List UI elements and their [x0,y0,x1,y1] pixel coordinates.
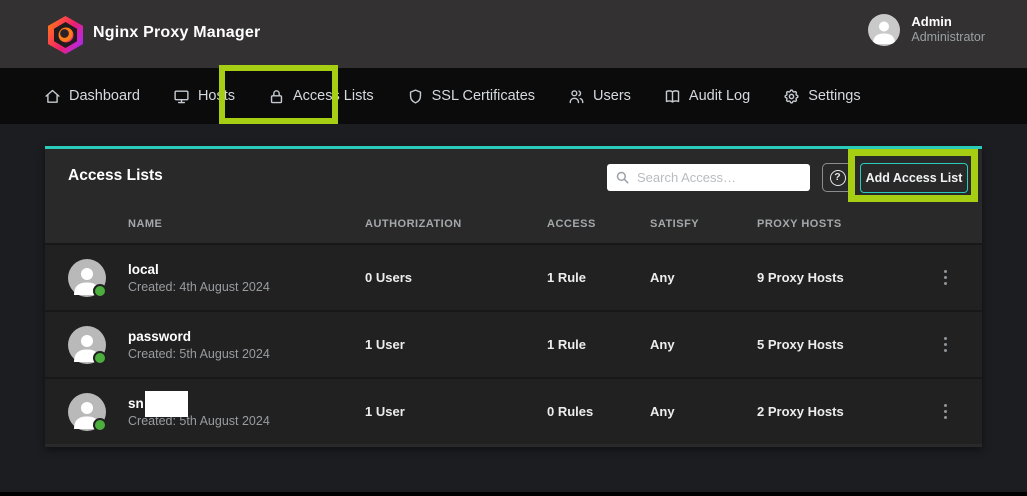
book-icon [664,88,681,105]
column-header-proxy-hosts: PROXY HOSTS [757,218,940,230]
access-lists-panel: Access Lists Add Access List NAME AUTHOR… [45,146,982,447]
cell-satisfy: Any [650,337,757,352]
column-header-access: ACCESS [547,218,650,230]
cell-satisfy: Any [650,404,757,419]
user-role: Administrator [911,30,985,46]
kebab-icon [944,410,947,413]
status-online-dot [93,284,107,298]
users-icon [568,88,585,105]
gear-icon [783,88,800,105]
kebab-icon [944,343,947,346]
cell-proxy-hosts: 2 Proxy Hosts [757,404,940,419]
user-avatar [868,14,900,46]
cell-authorization: 0 Users [365,270,547,285]
row-actions-menu-button[interactable] [944,335,982,355]
access-list-avatar [68,326,106,364]
cell-access: 1 Rule [547,270,650,285]
access-list-avatar [68,393,106,431]
panel-header: Access Lists Add Access List [45,149,982,204]
search-box[interactable] [607,164,810,191]
nginx-proxy-manager-logo-icon [48,16,83,54]
nav-item-access-lists[interactable]: Access Lists [268,88,374,105]
table-body: local Created: 4th August 2024 0 Users 1… [45,243,982,444]
nav-item-hosts[interactable]: Hosts [173,88,235,105]
table-row[interactable]: password Created: 5th August 2024 1 User… [45,310,982,377]
table-row[interactable]: local Created: 4th August 2024 0 Users 1… [45,243,982,310]
row-actions-menu-button[interactable] [944,402,982,422]
column-header-satisfy: SATISFY [650,218,757,230]
status-online-dot [93,351,107,365]
kebab-icon [944,276,947,279]
cell-satisfy: Any [650,270,757,285]
nav-item-audit-log[interactable]: Audit Log [664,88,750,105]
access-list-name: local [128,262,270,277]
nav-item-ssl-certificates[interactable]: SSL Certificates [407,88,535,105]
cell-authorization: 1 User [365,404,547,419]
column-header-name: NAME [45,218,365,230]
main-nav: Dashboard Hosts Access Lists SSL Certifi… [0,68,1027,124]
column-header-authorization: AUTHORIZATION [365,218,547,230]
access-list-name: password [128,329,270,344]
shield-icon [407,88,424,105]
cell-proxy-hosts: 9 Proxy Hosts [757,270,940,285]
table-header-row: NAME AUTHORIZATION ACCESS SATISFY PROXY … [45,204,982,243]
cell-access: 0 Rules [547,404,650,419]
window-bottom-edge [0,492,1027,496]
add-access-list-button[interactable]: Add Access List [860,163,968,193]
lock-icon [268,88,285,105]
page-title: Access Lists [68,167,163,185]
help-button[interactable] [822,163,853,192]
status-online-dot [93,418,107,432]
nav-item-settings[interactable]: Settings [783,88,860,105]
nav-item-users[interactable]: Users [568,88,631,105]
app-window: Nginx Proxy Manager Admin Administrator … [0,0,1027,496]
top-header-bar: Nginx Proxy Manager Admin Administrator [0,0,1027,68]
search-icon [615,170,630,185]
access-list-created-date: Created: 5th August 2024 [128,347,270,361]
nav-item-dashboard[interactable]: Dashboard [44,88,140,105]
user-menu[interactable]: Admin Administrator [868,14,985,46]
access-list-created-date: Created: 4th August 2024 [128,280,270,294]
cell-access: 1 Rule [547,337,650,352]
table-row[interactable]: sn Created: 5th August 2024 1 User 0 Rul… [45,377,982,444]
row-actions-menu-button[interactable] [944,268,982,288]
cell-proxy-hosts: 5 Proxy Hosts [757,337,940,352]
app-title: Nginx Proxy Manager [93,24,260,42]
redaction-box [145,391,188,417]
access-list-avatar [68,259,106,297]
search-input[interactable] [637,170,802,185]
cell-authorization: 1 User [365,337,547,352]
help-icon [830,170,846,186]
monitor-icon [173,88,190,105]
user-name: Admin [911,14,985,30]
home-icon [44,88,61,105]
